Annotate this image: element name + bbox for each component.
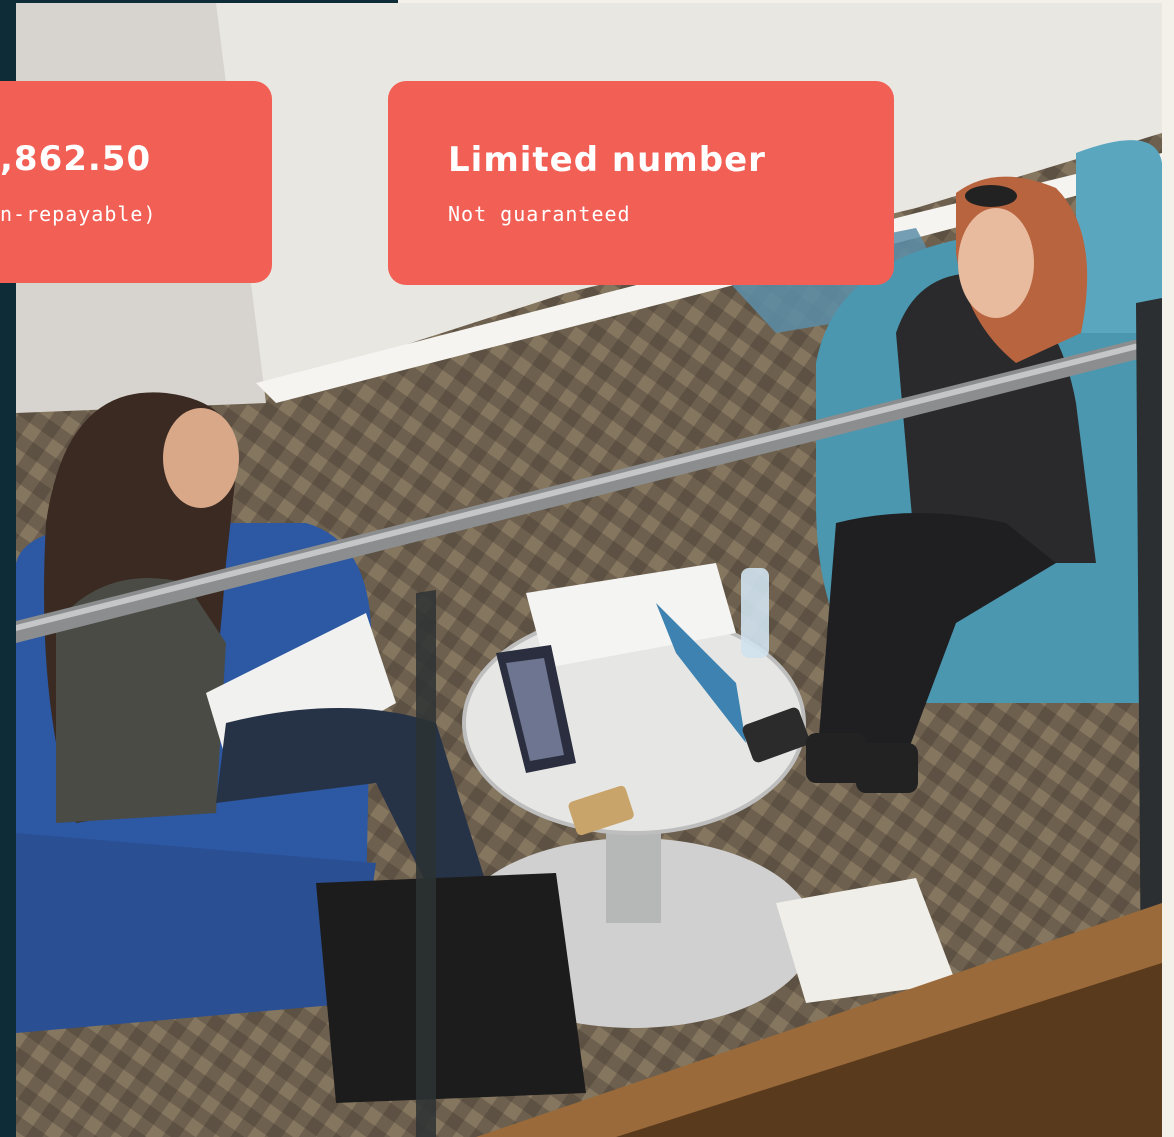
grant-amount-value: ,862.50 [0,139,152,179]
grant-amount-card: ,862.50 n-repayable) [0,81,272,283]
limited-number-note: Not guaranteed [448,202,631,226]
grant-amount-note: n-repayable) [0,202,157,226]
limited-number-card: Limited number Not guaranteed [388,81,894,285]
limited-number-title: Limited number [448,140,766,180]
page: ,862.50 n-repayable) Limited number Not … [0,0,1174,1137]
